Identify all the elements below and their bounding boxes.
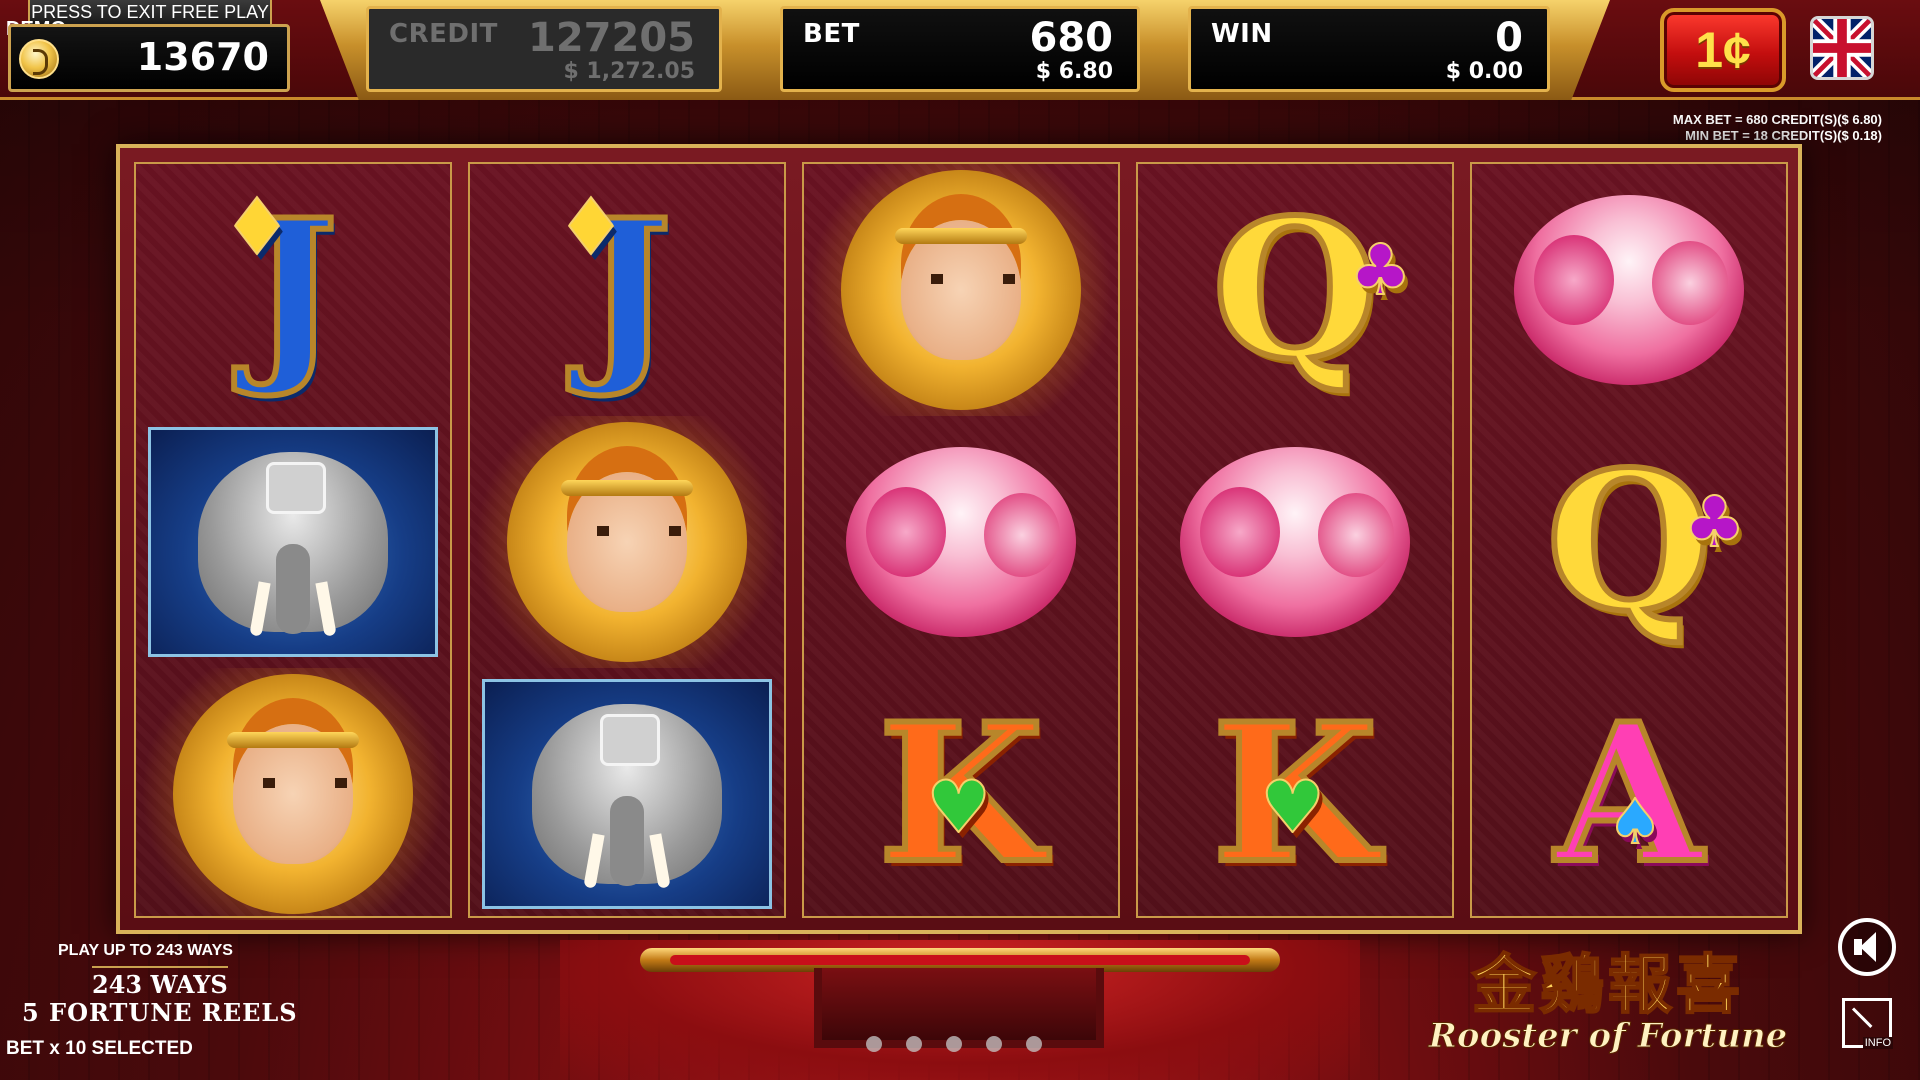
balance-value: 13670 xyxy=(136,35,269,79)
reel-2: J ♦ xyxy=(468,162,786,918)
heart-icon: ♥ xyxy=(925,765,992,849)
symbol-q: Q ♣ xyxy=(1209,178,1413,401)
club-icon: ♣ xyxy=(1348,229,1413,311)
bet-value: 680 xyxy=(1029,15,1114,61)
heart-icon: ♥ xyxy=(1259,765,1326,849)
bet-currency: $ 6.80 xyxy=(1035,59,1113,84)
credit-label: CREDIT xyxy=(389,19,498,49)
symbol-k: K ♥ xyxy=(875,682,1046,905)
denomination-button[interactable]: 1¢ xyxy=(1660,8,1786,92)
ways-panel: PLAY UP TO 243 WAYS 243 WAYS 5 FORTUNE R… xyxy=(0,936,300,1080)
reel-1-symbol-1: J ♦ xyxy=(136,164,450,416)
page-dot[interactable] xyxy=(946,1036,962,1052)
coin-icon xyxy=(19,39,59,79)
reel-4-symbol-1: Q ♣ xyxy=(1138,164,1452,416)
reel-3: K ♥ xyxy=(802,162,1120,918)
bet-limits: MAX BET = 680 CREDIT(S)($ 6.80) MIN BET … xyxy=(1673,112,1882,144)
expand-arrow-icon xyxy=(1851,1007,1873,1028)
win-label: WIN xyxy=(1211,19,1273,49)
bet-label: BET xyxy=(803,19,860,49)
play-up-to-text: PLAY UP TO 243 WAYS xyxy=(58,942,233,959)
info-label: INFO xyxy=(1862,1037,1893,1049)
elephant-icon xyxy=(198,452,388,637)
min-bet-text: MIN BET = 18 CREDIT(S)($ 0.18) xyxy=(1685,128,1882,143)
elephant-symbol xyxy=(148,427,438,657)
reel-2-symbol-3 xyxy=(470,668,784,920)
monkey-king-symbol xyxy=(173,674,413,914)
ways-text: 243 WAYS xyxy=(92,966,228,999)
monkey-king-icon xyxy=(227,724,359,864)
logo-chinese: 金鷄報喜 xyxy=(1471,948,1744,1023)
reel-1-symbol-3 xyxy=(136,668,450,920)
reel-5-symbol-3: A ♠ xyxy=(1472,668,1786,920)
page-dots xyxy=(866,1036,1042,1052)
symbol-a: A ♠ xyxy=(1552,682,1705,905)
bet-selected-text: BET x 10 SELECTED xyxy=(6,1038,193,1059)
peony-icon xyxy=(1514,195,1744,385)
reel-4-symbol-3: K ♥ xyxy=(1138,668,1452,920)
club-icon: ♣ xyxy=(1682,481,1747,563)
reel-5-symbol-1 xyxy=(1472,164,1786,416)
spade-icon: ♠ xyxy=(1606,785,1664,858)
credit-value: 127205 xyxy=(528,15,695,61)
page-dot[interactable] xyxy=(986,1036,1002,1052)
page-dot[interactable] xyxy=(1026,1036,1042,1052)
peony-icon xyxy=(1180,447,1410,637)
monkey-king-symbol xyxy=(841,170,1081,410)
page-dot[interactable] xyxy=(866,1036,882,1052)
reel-2-symbol-1: J ♦ xyxy=(470,164,784,416)
elephant-symbol xyxy=(482,679,772,909)
win-value: 0 xyxy=(1495,15,1523,61)
diamond-icon: ♦ xyxy=(221,183,293,273)
monkey-king-icon xyxy=(561,472,693,612)
reel-frame: J ♦ J ♦ K ♥ Q ♣ K ♥ Q ♣ A ♠ xyxy=(116,144,1802,934)
win-meter: WIN 0 $ 0.00 xyxy=(1188,6,1550,92)
reel-3-symbol-3: K ♥ xyxy=(804,668,1118,920)
reel-1: J ♦ xyxy=(134,162,452,920)
sound-icon[interactable] xyxy=(1838,918,1896,976)
elephant-icon xyxy=(532,704,722,889)
language-button[interactable] xyxy=(1810,16,1874,80)
top-bar: PRESS TO EXIT FREE PLAY DEMO 13670 CREDI… xyxy=(0,0,1920,100)
credit-meter: CREDIT 127205 $ 1,272.05 xyxy=(366,6,722,92)
info-button[interactable]: INFO xyxy=(1842,998,1893,1049)
reel-3-symbol-2 xyxy=(804,416,1118,668)
reel-5-symbol-2: Q ♣ xyxy=(1472,416,1786,668)
reel-4: Q ♣ K ♥ xyxy=(1136,162,1454,918)
reel-2-symbol-2 xyxy=(470,416,784,668)
game-logo: 金鷄報喜 Rooster of Fortune xyxy=(1428,948,1788,1074)
win-currency: $ 0.00 xyxy=(1445,59,1523,84)
game-stage: PRESS TO EXIT FREE PLAY DEMO 13670 CREDI… xyxy=(0,0,1920,1080)
symbol-j: J ♦ xyxy=(221,178,341,401)
credit-currency: $ 1,272.05 xyxy=(563,59,695,84)
reel-1-symbol-2 xyxy=(136,416,450,668)
uk-flag-icon xyxy=(1813,19,1871,77)
bet-meter: BET 680 $ 6.80 xyxy=(780,6,1140,92)
symbol-k: K ♥ xyxy=(1209,682,1380,905)
peony-icon xyxy=(846,447,1076,637)
fortune-reels-text: 5 FORTUNE REELS xyxy=(22,998,298,1027)
symbol-q: Q ♣ xyxy=(1543,430,1747,653)
reel-3-symbol-1 xyxy=(804,164,1118,416)
symbol-j: J ♦ xyxy=(555,178,675,401)
logo-english: Rooster of Fortune xyxy=(1428,1016,1788,1057)
page-dot[interactable] xyxy=(906,1036,922,1052)
balance-display: 13670 xyxy=(8,24,290,92)
max-bet-text: MAX BET = 680 CREDIT(S)($ 6.80) xyxy=(1672,112,1882,127)
monkey-king-icon xyxy=(895,220,1027,360)
reel-4-symbol-2 xyxy=(1138,416,1452,668)
monkey-king-symbol xyxy=(507,422,747,662)
reel-5: Q ♣ A ♠ xyxy=(1470,162,1788,918)
diamond-icon: ♦ xyxy=(555,183,627,273)
